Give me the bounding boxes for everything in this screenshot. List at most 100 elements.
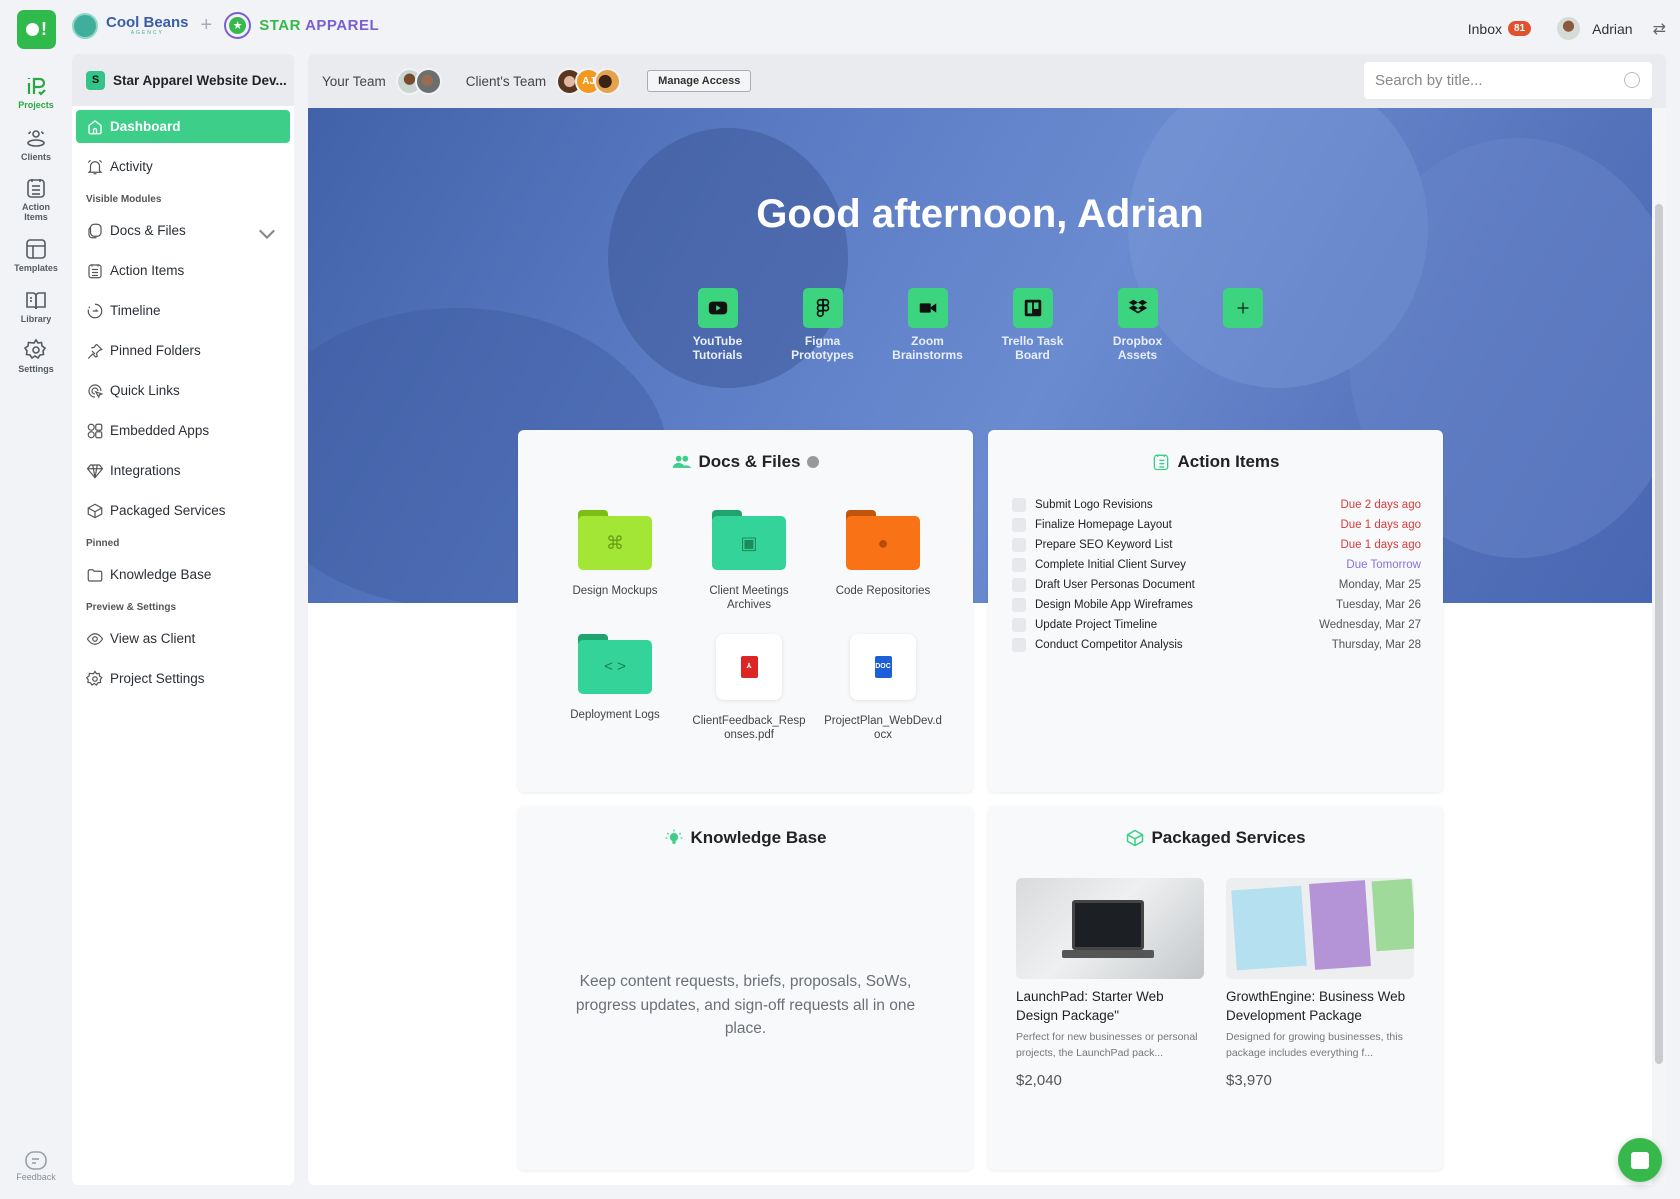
figma-icon: ⌘ [578, 516, 652, 570]
nav-item-packaged-services[interactable]: Packaged Services [76, 494, 290, 527]
nav-item-knowledge-base[interactable]: Knowledge Base [76, 558, 290, 591]
file-item[interactable]: ● Code Repositories [816, 510, 950, 612]
file-item[interactable]: ▣ Client Meetings Archives [682, 510, 816, 612]
rail-item-settings[interactable]: Settings [0, 338, 72, 374]
nav-label: Knowledge Base [110, 567, 212, 582]
archive-icon: ▣ [712, 516, 786, 570]
project-sidebar: S Star Apparel Website Dev... Dashboard … [72, 54, 294, 1185]
nav-item-embedded-apps[interactable]: Embedded Apps [76, 414, 290, 447]
file-item[interactable]: < > Deployment Logs [548, 634, 682, 742]
action-item-row[interactable]: Design Mobile App Wireframes Tuesday, Mar… [1012, 595, 1421, 615]
package-item[interactable]: GrowthEngine: Business Web Development P… [1226, 878, 1414, 1089]
app-link-dropbox[interactable]: Dropbox Assets [1085, 288, 1190, 362]
rail-item-clients[interactable]: Clients [0, 126, 72, 162]
action-item-title: Submit Logo Revisions [1035, 499, 1153, 511]
action-item-title: Finalize Homepage Layout [1035, 519, 1172, 531]
nav-label: Timeline [110, 303, 161, 318]
nav-item-integrations[interactable]: Integrations [76, 454, 290, 487]
search-input[interactable]: Search by title... [1364, 62, 1652, 99]
rail-item-projects[interactable]: Projects [0, 74, 72, 110]
action-item-row[interactable]: Draft User Personas Document Monday, Mar … [1012, 575, 1421, 595]
nav-item-activity[interactable]: Activity [76, 150, 290, 183]
apps-grid-icon [87, 423, 103, 438]
agency-name: Cool Beans AGENCY [106, 15, 189, 36]
action-item-row[interactable]: Update Project Timeline Wednesday, Mar 27 [1012, 615, 1421, 635]
inbox-link[interactable]: Inbox [1468, 21, 1502, 37]
chat-support-button[interactable] [1618, 1138, 1662, 1182]
pdf-icon: ⅄ [740, 656, 758, 678]
action-item-due-date: Due 1 days ago [1340, 539, 1421, 551]
app-link-figma[interactable]: Figma Prototypes [770, 288, 875, 362]
quick-link-icon [88, 383, 104, 398]
project-switcher[interactable]: S Star Apparel Website Dev... [72, 54, 294, 106]
client-member-avatar[interactable] [594, 67, 622, 95]
project-nav: Dashboard Activity Visible Modules Docs … [72, 106, 294, 706]
main-scrollbar[interactable] [1652, 108, 1666, 1185]
nav-item-quick-links[interactable]: Quick Links [76, 374, 290, 407]
action-item-checkbox[interactable] [1012, 498, 1026, 512]
action-item-row[interactable]: Complete Initial Client Survey Due Tomorr… [1012, 555, 1421, 575]
nav-item-docs-files[interactable]: Docs & Files [76, 214, 290, 247]
gear-icon [24, 338, 47, 360]
switch-account-icon[interactable]: ⇄ [1653, 19, 1666, 39]
app-link-youtube[interactable]: YouTube Tutorials [665, 288, 770, 362]
team-member-avatar[interactable] [414, 67, 442, 95]
action-item-checkbox[interactable] [1012, 638, 1026, 652]
search-icon [1624, 72, 1640, 88]
action-item-row[interactable]: Finalize Homepage Layout Due 1 days ago [1012, 515, 1421, 535]
nav-item-dashboard[interactable]: Dashboard [76, 110, 290, 143]
scrollbar-thumb[interactable] [1655, 204, 1663, 1064]
templates-icon [26, 239, 46, 259]
app-logo[interactable]: ! [17, 10, 56, 49]
action-item-checkbox[interactable] [1012, 518, 1026, 532]
your-team-avatars[interactable] [395, 67, 442, 95]
clients-team-avatars[interactable]: AJ [556, 67, 622, 95]
action-item-row[interactable]: Conduct Competitor Analysis Thursday, Mar… [1012, 635, 1421, 655]
quick-app-links: YouTube Tutorials Figma Prototypes Zoom … [308, 288, 1652, 362]
action-item-checkbox[interactable] [1012, 558, 1026, 572]
nav-item-project-settings[interactable]: Project Settings [76, 662, 290, 695]
rail-item-action-items[interactable]: Action Items [0, 176, 72, 222]
card-title-text: Packaged Services [1151, 828, 1306, 847]
action-item-row[interactable]: Submit Logo Revisions Due 2 days ago [1012, 495, 1421, 515]
action-item-row[interactable]: Prepare SEO Keyword List Due 1 days ago [1012, 535, 1421, 555]
rail-item-templates[interactable]: Templates [0, 237, 72, 273]
action-item-due-date: Monday, Mar 25 [1338, 579, 1421, 591]
feedback-label: Feedback [16, 1172, 56, 1182]
action-items-list: Submit Logo Revisions Due 2 days ago Final… [1012, 495, 1421, 655]
info-icon[interactable] [806, 456, 819, 468]
action-item-checkbox[interactable] [1012, 578, 1026, 592]
packaged-services-title: Packaged Services [988, 828, 1443, 848]
app-label: Tutorials [692, 348, 743, 362]
nav-item-action-items[interactable]: Action Items [76, 254, 290, 287]
top-bar: Cool Beans AGENCY + ★ STAR APPAREL Inbox… [72, 0, 1680, 54]
action-item-checkbox[interactable] [1012, 538, 1026, 552]
action-item-checkbox[interactable] [1012, 598, 1026, 612]
chevron-down-icon[interactable] [258, 225, 276, 243]
action-item-checkbox[interactable] [1012, 618, 1026, 632]
file-item[interactable]: ⌘ Design Mockups [548, 510, 682, 612]
brand-separator: + [200, 14, 213, 36]
user-name[interactable]: Adrian [1592, 21, 1632, 37]
add-app-button[interactable] [1190, 288, 1295, 362]
team-bar: Your Team Client's Team AJ Manage Access… [308, 54, 1666, 108]
rail-item-library[interactable]: Library [0, 288, 72, 324]
manage-access-button[interactable]: Manage Access [647, 70, 752, 92]
gear-icon [86, 669, 103, 686]
nav-section-heading: Preview & Settings [86, 602, 177, 613]
file-item[interactable]: DOC ProjectPlan_WebDev.docx [816, 634, 950, 742]
youtube-icon [708, 301, 727, 315]
agency-logo-icon [72, 12, 98, 39]
user-avatar[interactable] [1555, 15, 1583, 42]
action-item-due-date: Due Tomorrow [1346, 559, 1421, 571]
file-item[interactable]: ⅄ ClientFeedback_Responses.pdf [682, 634, 816, 742]
nav-item-pinned-folders[interactable]: Pinned Folders [76, 334, 290, 367]
app-label: Figma [804, 334, 841, 348]
app-link-zoom[interactable]: Zoom Brainstorms [875, 288, 980, 362]
package-item[interactable]: LaunchPad: Starter Web Design Package" P… [1016, 878, 1204, 1089]
app-link-trello[interactable]: Trello Task Board [980, 288, 1085, 362]
feedback-button[interactable]: Feedback [0, 1150, 72, 1182]
nav-item-view-as-client[interactable]: View as Client [76, 622, 290, 655]
project-initial-badge: S [86, 70, 105, 90]
nav-item-timeline[interactable]: Timeline [76, 294, 290, 327]
